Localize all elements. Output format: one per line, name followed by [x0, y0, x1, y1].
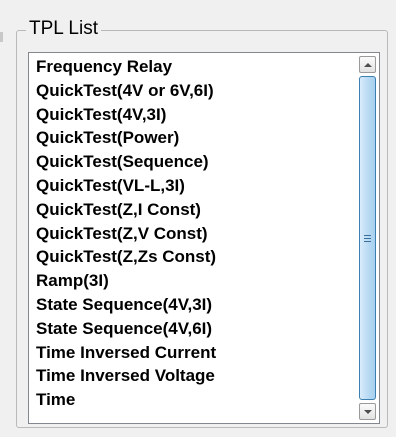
list-item[interactable]: Ramp(3I) — [36, 269, 216, 293]
list-item[interactable]: QuickTest(4V or 6V,6I) — [36, 79, 216, 103]
tpl-items: Frequency Relay QuickTest(4V or 6V,6I) Q… — [36, 55, 216, 412]
list-item[interactable]: QuickTest(Z,V Const) — [36, 222, 216, 246]
list-item[interactable]: QuickTest(Sequence) — [36, 150, 216, 174]
list-item[interactable]: Frequency Relay — [36, 55, 216, 79]
scrollbar-thumb[interactable] — [359, 76, 376, 400]
vertical-scrollbar[interactable] — [359, 56, 376, 420]
arrow-up-icon — [363, 62, 372, 67]
tpl-listbox[interactable]: Frequency Relay QuickTest(4V or 6V,6I) Q… — [28, 52, 380, 424]
list-item[interactable]: Time Inversed Current — [36, 341, 216, 365]
list-item[interactable]: QuickTest(Power) — [36, 126, 216, 150]
groupbox-title: TPL List — [26, 18, 101, 40]
scroll-up-button[interactable] — [359, 56, 376, 73]
list-item[interactable]: State Sequence(4V,6I) — [36, 317, 216, 341]
list-item[interactable]: Time — [36, 388, 216, 412]
list-item[interactable]: QuickTest(Z,I Const) — [36, 198, 216, 222]
scroll-down-button[interactable] — [359, 403, 376, 420]
list-item[interactable]: QuickTest(4V,3I) — [36, 103, 216, 127]
list-item[interactable]: State Sequence(4V,3I) — [36, 293, 216, 317]
list-item[interactable]: QuickTest(VL-L,3I) — [36, 174, 216, 198]
list-item[interactable]: Time Inversed Voltage — [36, 364, 216, 388]
list-item[interactable]: QuickTest(Z,Zs Const) — [36, 245, 216, 269]
adjacent-panel-edge — [0, 32, 3, 42]
arrow-down-icon — [363, 409, 372, 414]
grip-icon — [364, 234, 371, 242]
